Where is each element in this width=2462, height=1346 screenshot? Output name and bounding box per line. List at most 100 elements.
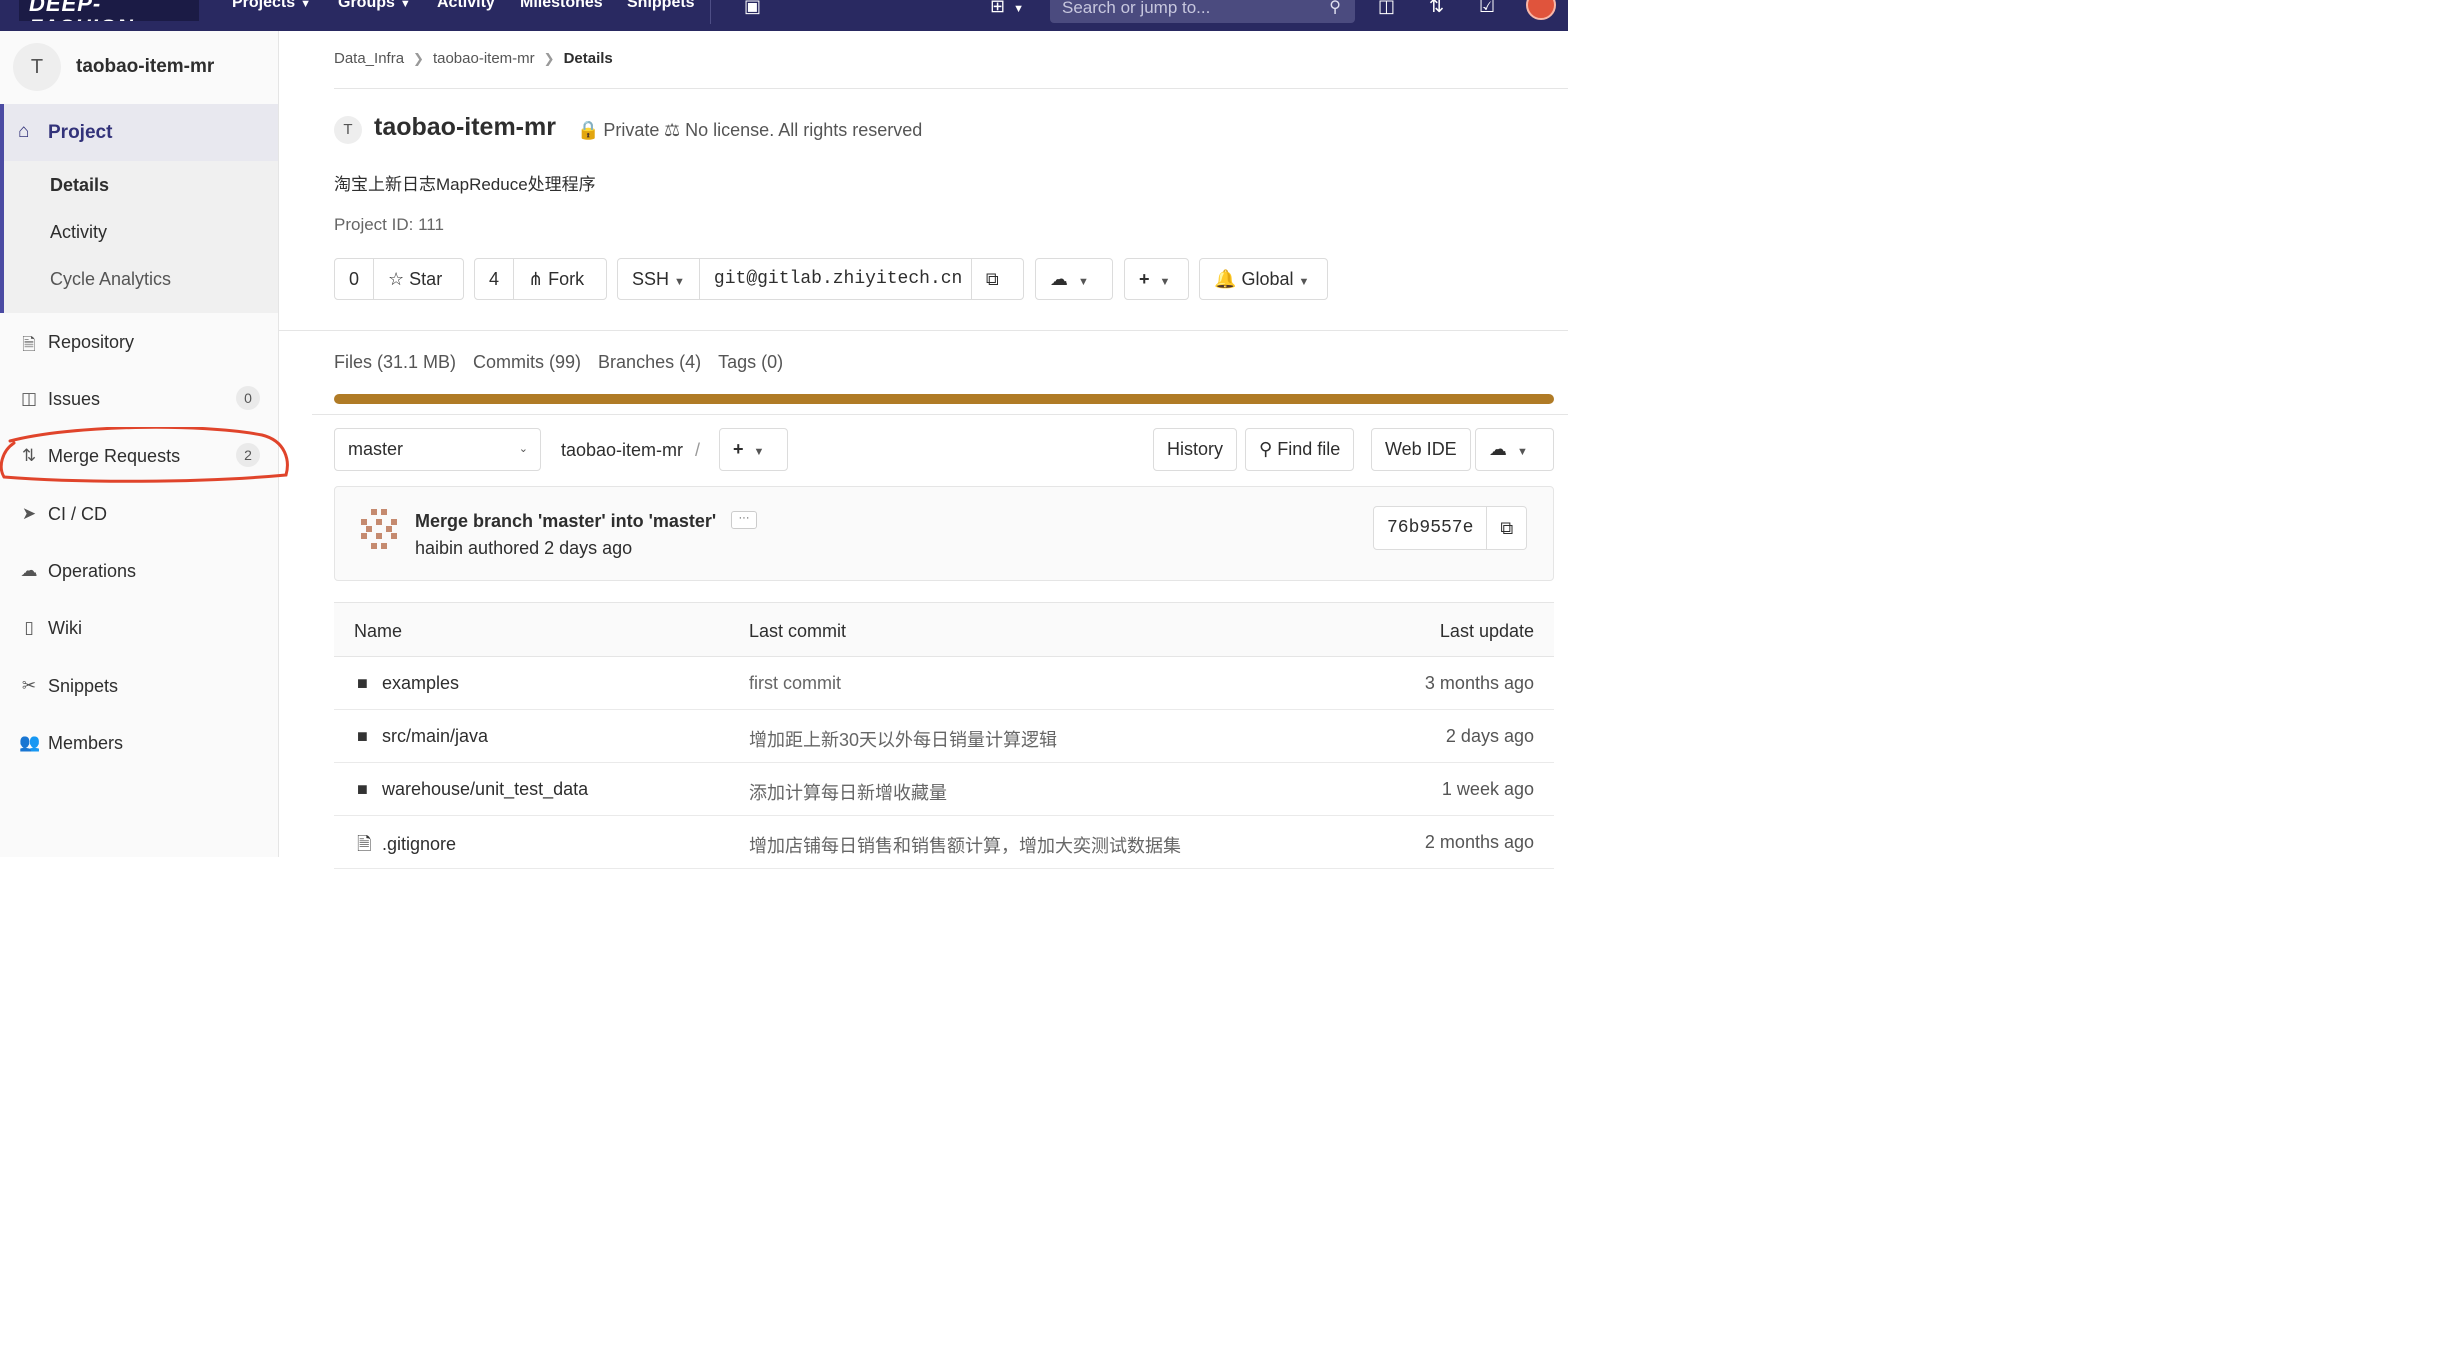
project-sidebar: T taobao-item-mr ⌂ Project Details Activ… (0, 31, 279, 857)
search-input[interactable]: Search or jump to... ⚲ (1050, 0, 1355, 23)
home-icon: ⌂ (18, 121, 30, 142)
find-file-button[interactable]: ⚲ Find file (1245, 428, 1355, 471)
sidebar-item-label: Wiki (48, 618, 82, 638)
clone-url-input[interactable]: git@gitlab.zhiyitech.cn (698, 259, 971, 299)
star-count[interactable]: 0 (335, 259, 373, 299)
repository-icon: 🗎 (22, 335, 36, 354)
merge-requests-nav-icon[interactable]: ⇅ (1429, 0, 1444, 17)
sidebar-item-merge-requests[interactable]: ⇅ Merge Requests 2 (0, 437, 278, 477)
caret-down-icon: ▼ (1159, 276, 1171, 288)
branches-stat-link[interactable]: Branches (4) (598, 352, 701, 372)
search-icon: ⚲ (1259, 439, 1273, 459)
sidebar-project-header[interactable]: T taobao-item-mr (0, 31, 278, 103)
sidebar-item-snippets[interactable]: ✂ Snippets (0, 667, 278, 707)
fork-count[interactable]: 4 (475, 259, 513, 299)
copy-sha-button[interactable]: ⧉ (1486, 507, 1526, 549)
visibility-label: 🔒 Private (577, 120, 660, 140)
table-row[interactable]: ■ warehouse/unit_test_data 添加计算每日新增收藏量 1 … (334, 763, 1554, 816)
row-commit-link[interactable]: 增加店铺每日销售和销售额计算，增加大奕测试数据集 (749, 832, 1181, 858)
license-label[interactable]: ⚖ No license. All rights reserved (664, 120, 922, 141)
project-description: 淘宝上新日志MapReduce处理程序 (334, 175, 596, 194)
nav-activity[interactable]: Activity (437, 0, 495, 12)
star-button[interactable]: ☆ Star (373, 259, 456, 299)
table-row[interactable]: 🗎 .gitignore 增加店铺每日销售和销售额计算，增加大奕测试数据集 2 m… (334, 816, 1554, 869)
breadcrumb-group[interactable]: Data_Infra (334, 50, 404, 67)
sidebar-item-operations[interactable]: ☁ Operations (0, 552, 278, 592)
star-icon: ☆ (388, 269, 405, 289)
fork-button[interactable]: ⋔ Fork (513, 259, 598, 299)
sidebar-item-project[interactable]: ⌂ Project (4, 104, 278, 161)
nav-milestones[interactable]: Milestones (520, 0, 603, 12)
table-row[interactable]: ■ examples first commit 3 months ago (334, 657, 1554, 710)
header-divider (334, 88, 1568, 89)
nav-groups[interactable]: Groups ▼ (338, 0, 411, 12)
commit-description-toggle[interactable]: ··· (731, 511, 757, 529)
files-stat-link[interactable]: Files (31.1 MB) (334, 352, 456, 372)
sidebar-subitem-details[interactable]: Details (50, 175, 109, 196)
brand-logo[interactable]: DEEP-FASHION (19, 0, 199, 21)
branch-select[interactable]: master ⌄ (334, 428, 541, 471)
row-last-update: 2 days ago (1445, 726, 1534, 746)
scale-icon: ⚖ (664, 120, 681, 140)
sidebar-subitem-cycle-analytics[interactable]: Cycle Analytics (50, 269, 171, 290)
history-button[interactable]: History (1153, 428, 1238, 471)
file-name-link[interactable]: 🗎 .gitignore (357, 832, 456, 862)
notification-dropdown-inner: 🔔 Global ▼ (1214, 269, 1310, 289)
protocol-dropdown[interactable]: SSH ▼ (618, 259, 699, 299)
sidebar-item-repository[interactable]: 🗎 Repository (0, 323, 278, 363)
commit-sha-link[interactable]: 76b9557e (1374, 507, 1486, 549)
table-row[interactable]: ■ src/main/java 增加距上新30天以外每日销量计算逻辑 2 days… (334, 710, 1554, 763)
issues-nav-icon[interactable]: ◫ (1378, 0, 1395, 17)
repo-path: taobao-item-mr / (561, 440, 700, 461)
download-dropdown[interactable]: ☁ ▼ (1035, 258, 1113, 300)
chevron-right-icon: ❯ (413, 51, 424, 66)
nav-snippets[interactable]: Snippets (627, 0, 695, 12)
sidebar-item-issues[interactable]: ◫ Issues 0 (0, 380, 278, 420)
breadcrumb-current[interactable]: Details (564, 50, 613, 67)
top-navbar: DEEP-FASHION Projects▼ Groups▼ Activity … (0, 0, 1568, 31)
caret-down-icon: ▼ (1298, 276, 1310, 288)
sidebar-item-label: Snippets (48, 676, 119, 696)
row-commit-link[interactable]: 添加计算每日新增收藏量 (749, 779, 947, 805)
project-id: Project ID: 111 (334, 215, 444, 234)
breadcrumb-project[interactable]: taobao-item-mr (433, 50, 535, 67)
new-item-icon[interactable]: ⊞ ▼ (990, 0, 1024, 17)
project-title: taobao-item-mr (374, 113, 556, 141)
sidebar-item-wiki[interactable]: ▯ Wiki (0, 609, 278, 649)
file-tree-table: Name Last commit Last update ■ examples f… (334, 602, 1554, 869)
identicon-avatar[interactable] (357, 507, 401, 551)
web-ide-button[interactable]: Web IDE (1371, 428, 1471, 471)
file-name-link[interactable]: ■ warehouse/unit_test_data (357, 779, 588, 800)
row-commit-link[interactable]: first commit (749, 673, 841, 694)
sidebar-item-label: Merge Requests (48, 446, 181, 466)
admin-area-icon[interactable]: ▣ (744, 0, 761, 17)
language-bar[interactable] (334, 394, 1554, 404)
notification-dropdown[interactable]: 🔔 Global ▼ (1199, 258, 1328, 300)
file-name-link[interactable]: ■ examples (357, 673, 459, 694)
add-file-dropdown[interactable]: + ▼ (719, 428, 788, 471)
sidebar-item-members[interactable]: 👥 Members (0, 724, 278, 764)
path-separator: / (695, 440, 701, 460)
download-icon: ☁ (1489, 439, 1507, 459)
add-dropdown[interactable]: + ▼ (1124, 258, 1189, 300)
user-avatar[interactable] (1526, 0, 1556, 20)
last-commit-panel: Merge branch 'master' into 'master' ··· … (334, 486, 1554, 581)
download-archive-dropdown[interactable]: ☁ ▼ (1475, 428, 1554, 471)
commit-sha-group: 76b9557e ⧉ (1373, 506, 1528, 550)
commit-title-link[interactable]: Merge branch 'master' into 'master' (415, 511, 716, 532)
sidebar-item-label: Operations (48, 561, 137, 581)
row-last-update: 3 months ago (1424, 673, 1534, 693)
nav-projects[interactable]: Projects ▼ (232, 0, 311, 12)
row-last-update: 2 months ago (1424, 832, 1534, 852)
repo-path-root[interactable]: taobao-item-mr (561, 440, 683, 460)
todos-icon[interactable]: ☑ (1479, 0, 1495, 17)
commits-stat-link[interactable]: Commits (99) (473, 352, 581, 372)
row-commit-link[interactable]: 增加距上新30天以外每日销量计算逻辑 (749, 726, 1057, 752)
sidebar-subitem-activity[interactable]: Activity (50, 222, 107, 243)
file-name-link[interactable]: ■ src/main/java (357, 726, 488, 747)
tags-stat-link[interactable]: Tags (0) (718, 352, 783, 372)
fork-icon: ⋔ (528, 269, 544, 289)
copy-url-button[interactable]: ⧉ (970, 259, 1013, 299)
table-header: Name Last commit Last update (334, 602, 1554, 657)
sidebar-item-ci-cd[interactable]: ➤ CI / CD (0, 495, 278, 535)
